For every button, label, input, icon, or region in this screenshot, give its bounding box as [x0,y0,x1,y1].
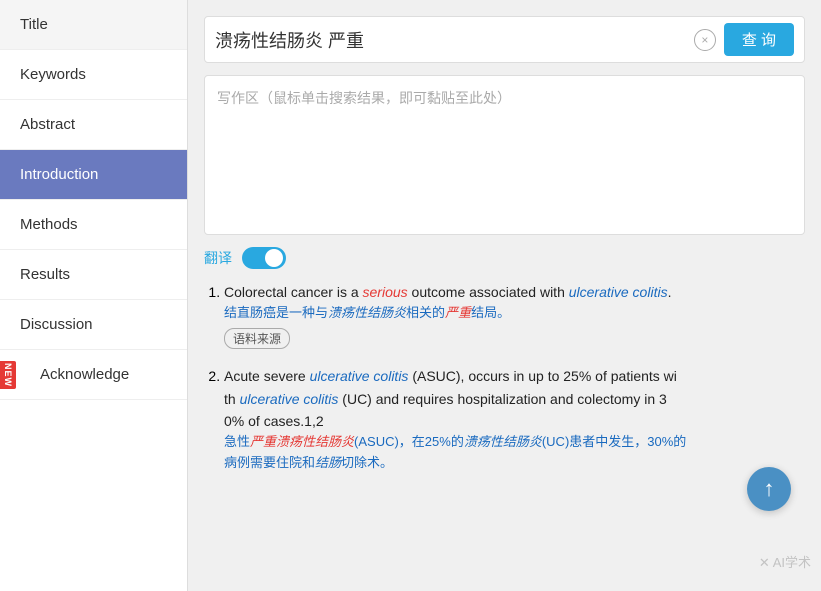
sidebar-item-abstract[interactable]: Abstract [0,100,187,150]
query-button[interactable]: 查 询 [724,23,794,56]
source-tag-1: 语料来源 [224,328,290,349]
sidebar-item-results[interactable]: Results [0,250,187,300]
search-bar: × 查 询 [204,16,805,63]
new-badge: NEW [0,361,16,389]
search-input[interactable] [215,29,686,50]
watermark: ✕ AI学术 [759,552,811,571]
keyword-uc-3: ulcerative colitis [240,391,339,407]
main-content: × 查 询 写作区（鼠标单击搜索结果，即可黏贴至此处） 翻译 Colorecta… [188,0,821,591]
translate-row: 翻译 [204,247,805,269]
sidebar-item-acknowledge[interactable]: NEW Acknowledge [0,350,187,400]
result-zh-2: 急性严重溃疡性结肠炎(ASUC)，在25%的溃疡性结肠炎(UC)患者中发生，30… [224,432,805,474]
keyword-uc-2: ulcerative colitis [310,368,409,384]
translate-toggle[interactable] [242,247,286,269]
translate-label: 翻译 [204,248,232,268]
result-zh-1: 结直肠癌是一种与溃疡性结肠炎相关的严重结局。 [224,303,805,324]
keyword-uc-1: ulcerative colitis [569,284,668,300]
sidebar-item-introduction[interactable]: Introduction [0,150,187,200]
sidebar-item-keywords[interactable]: Keywords [0,50,187,100]
result-item-1: Colorectal cancer is a serious outcome a… [224,281,805,349]
scroll-up-button[interactable]: ↑ [747,467,791,511]
sidebar-item-title[interactable]: Title [0,0,187,50]
sidebar: Title Keywords Abstract Introduction Met… [0,0,188,591]
sidebar-item-discussion[interactable]: Discussion [0,300,187,350]
results-list: Colorectal cancer is a serious outcome a… [204,281,805,474]
sidebar-item-methods[interactable]: Methods [0,200,187,250]
keyword-serious: serious [363,284,408,300]
writing-area[interactable]: 写作区（鼠标单击搜索结果，即可黏贴至此处） [204,75,805,235]
result-en-1: Colorectal cancer is a serious outcome a… [224,281,805,303]
clear-button[interactable]: × [694,29,716,51]
result-item-2: Acute severe ulcerative colitis (ASUC), … [224,365,805,474]
result-en-2: Acute severe ulcerative colitis (ASUC), … [224,365,805,432]
